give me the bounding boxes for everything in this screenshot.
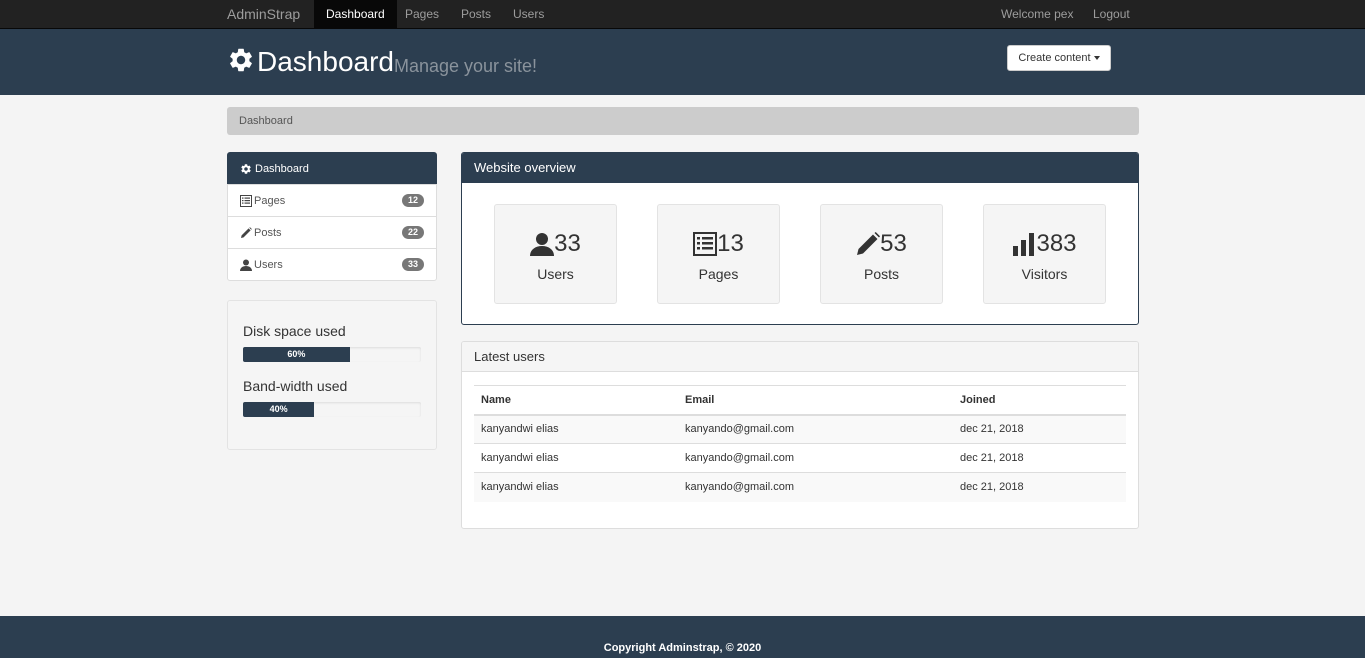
column-header-email: Email — [678, 385, 953, 416]
cell-email: kanyando@gmail.com — [678, 472, 953, 502]
website-overview-heading: Website overview — [462, 153, 1138, 183]
pencil-icon — [857, 232, 881, 255]
cell-joined: dec 21, 2018 — [953, 414, 1126, 444]
caret-down-icon — [1093, 56, 1100, 61]
cell-email: kanyando@gmail.com — [678, 443, 953, 473]
page-footer: Copyright Adminstrap, © 2020 — [0, 616, 1365, 658]
stat-users-label: Users — [537, 266, 574, 282]
sidebar-item-dashboard[interactable]: Dashboard — [227, 152, 437, 185]
pencil-icon — [240, 226, 252, 239]
stat-pages: 13 Pages — [657, 204, 780, 304]
stat-users-value: 33 — [554, 230, 581, 257]
cell-email: kanyando@gmail.com — [678, 414, 953, 444]
users-count-badge: 33 — [401, 258, 424, 271]
cell-joined: dec 21, 2018 — [953, 443, 1126, 473]
cell-name: kanyandwi elias — [474, 472, 678, 502]
nav-users[interactable]: Users — [513, 0, 544, 29]
latest-users-heading: Latest users — [462, 342, 1138, 372]
sidebar-item-label: Posts — [254, 226, 282, 239]
table-header-row: Name Email Joined — [474, 385, 1126, 416]
title-text: Dashboard — [257, 46, 394, 77]
table-row: kanyandwi elias kanyando@gmail.com dec 2… — [474, 414, 1126, 444]
create-content-button[interactable]: Create content — [1007, 45, 1111, 71]
gear-icon — [240, 163, 252, 175]
stat-posts-value: 53 — [880, 230, 907, 257]
nav-posts[interactable]: Posts — [461, 0, 491, 29]
website-overview-panel: Website overview 33 Users 13 Pages 53 Po… — [461, 152, 1139, 325]
nav-logout[interactable]: Logout — [1093, 0, 1130, 29]
top-navbar: AdminStrap Dashboard Pages Posts Users W… — [0, 0, 1365, 29]
stat-visitors-value: 383 — [1036, 230, 1077, 257]
stats-icon — [1013, 233, 1035, 256]
stat-users: 33 Users — [494, 204, 617, 304]
posts-count-badge: 22 — [401, 226, 424, 239]
nav-pages[interactable]: Pages — [405, 0, 439, 29]
disk-space-label: Disk space used — [243, 323, 346, 339]
table-row: kanyandwi elias kanyando@gmail.com dec 2… — [474, 472, 1126, 502]
cell-name: kanyandwi elias — [474, 443, 678, 473]
bandwidth-progress-bar: 40% — [243, 402, 315, 417]
user-icon — [240, 259, 252, 271]
create-content-label: Create content — [1018, 52, 1091, 64]
list-icon — [693, 232, 718, 256]
stat-pages-value: 13 — [717, 230, 744, 257]
cell-joined: dec 21, 2018 — [953, 472, 1126, 502]
disk-space-progress: 60% — [243, 347, 421, 362]
column-header-joined: Joined — [953, 385, 1126, 416]
nav-welcome[interactable]: Welcome pex — [1001, 0, 1073, 29]
latest-users-panel: Latest users Name Email Joined kanyandwi… — [461, 341, 1139, 529]
page-title: Dashboard Manage your site! — [227, 42, 537, 82]
usage-panel: Disk space used 60% Band-width used 40% — [227, 300, 437, 450]
brand-logo[interactable]: AdminStrap — [227, 0, 300, 29]
sidebar-item-label: Pages — [254, 194, 286, 207]
list-icon — [240, 194, 252, 207]
sidebar-item-pages[interactable]: Pages 12 — [227, 184, 437, 217]
column-header-name: Name — [474, 385, 678, 416]
breadcrumb: Dashboard — [227, 107, 1139, 135]
sidebar-item-label: Dashboard — [255, 162, 309, 175]
user-icon — [530, 233, 555, 256]
nav-dashboard[interactable]: Dashboard — [314, 0, 397, 29]
sidebar-item-users[interactable]: Users 33 — [227, 248, 437, 281]
latest-users-table: Name Email Joined kanyandwi elias kanyan… — [474, 385, 1126, 502]
page-header: Dashboard Manage your site! Create conte… — [0, 29, 1365, 95]
stat-visitors: 383 Visitors — [983, 204, 1106, 304]
stat-pages-label: Pages — [698, 266, 739, 282]
stat-posts-label: Posts — [863, 266, 899, 282]
bandwidth-label: Band-width used — [243, 378, 348, 394]
table-row: kanyandwi elias kanyando@gmail.com dec 2… — [474, 443, 1126, 473]
sidebar-menu: Dashboard Pages 12 Posts 22 Users 33 — [227, 152, 437, 281]
stat-posts: 53 Posts — [820, 204, 943, 304]
bandwidth-progress: 40% — [243, 402, 421, 417]
stat-visitors-label: Visitors — [1021, 266, 1068, 282]
sidebar-item-posts[interactable]: Posts 22 — [227, 216, 437, 249]
cell-name: kanyandwi elias — [474, 414, 678, 444]
gear-icon — [230, 48, 252, 72]
page-subtitle: Manage your site! — [393, 56, 538, 76]
disk-space-progress-bar: 60% — [243, 347, 350, 362]
sidebar-item-label: Users — [254, 258, 283, 271]
copyright-text: Copyright Adminstrap, © 2020 — [603, 642, 762, 654]
pages-count-badge: 12 — [401, 194, 424, 207]
